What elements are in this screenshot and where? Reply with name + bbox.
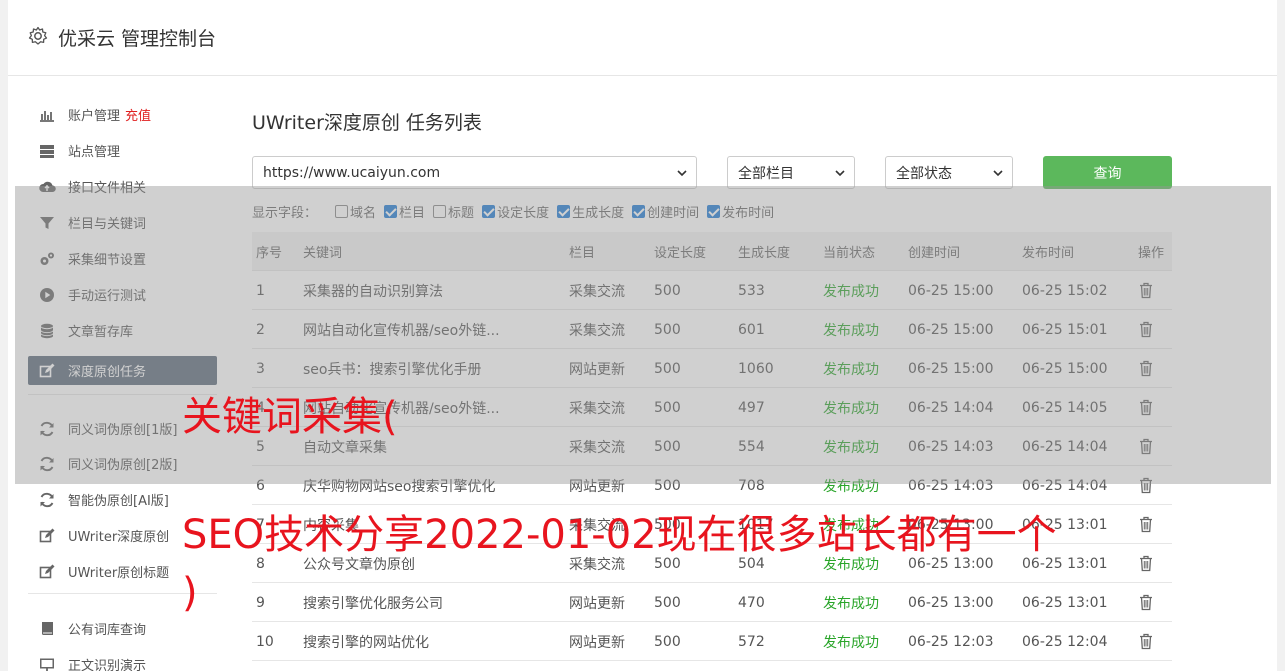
gear-icon <box>28 26 48 45</box>
table-cell: 500 <box>654 633 681 650</box>
table-cell: 9 <box>256 594 265 611</box>
header: 优采云 管理控制台 <box>8 0 1277 76</box>
trash-icon <box>1140 633 1152 650</box>
task-list-title: UWriter深度原创 任务列表 <box>252 112 482 134</box>
overlay-caption-line2: SEO技术分享2022-01-02现在很多站长都有一个 <box>182 512 1057 558</box>
sidebar-item-label: UWriter深度原创 <box>68 530 170 545</box>
table-cell: 网站更新 <box>569 595 625 612</box>
delete-button[interactable] <box>1138 544 1172 583</box>
status-select-value: 全部状态 <box>896 165 952 182</box>
sidebar-item-label: UWriter原创标题 <box>68 566 170 581</box>
trash-icon <box>1140 516 1152 533</box>
server-icon <box>38 142 56 160</box>
sidebar-item[interactable]: 站点管理 <box>28 136 217 165</box>
status-badge: 发布成功 <box>823 595 879 612</box>
chevron-down-icon <box>835 170 845 177</box>
sidebar-item-label: 正文识别演示 <box>68 659 147 671</box>
table-cell: 搜索引擎优化服务公司 <box>303 595 443 612</box>
site-select-value: https://www.ucaiyun.com <box>263 164 441 181</box>
bar-chart-icon <box>38 106 56 124</box>
column-select[interactable]: 全部栏目 <box>727 156 855 189</box>
table-cell: 500 <box>654 594 681 611</box>
table-cell: 网站更新 <box>569 634 625 651</box>
monitor-icon <box>38 656 56 671</box>
edit-icon <box>38 563 56 581</box>
table-cell: 06-25 13:01 <box>1022 594 1108 611</box>
sidebar-item-label: 智能伪原创[AI版] <box>68 494 169 509</box>
sidebar-item-label: 站点管理 <box>68 145 121 160</box>
query-button[interactable]: 查询 <box>1043 156 1172 189</box>
sidebar-item[interactable]: 正文识别演示 <box>28 650 217 671</box>
trash-icon <box>1140 555 1152 572</box>
book-icon <box>38 620 56 638</box>
table-cell: 06-25 12:04 <box>1022 633 1108 650</box>
sidebar-item-label: 账户管理 <box>68 109 121 124</box>
table-cell: 572 <box>738 633 765 650</box>
sidebar-item[interactable]: 公有词库查询 <box>28 614 217 643</box>
delete-button[interactable] <box>1138 622 1172 661</box>
table-cell: 06-25 13:00 <box>908 594 994 611</box>
table-cell: 06-25 12:03 <box>908 633 994 650</box>
table-row: 10 搜索引擎的网站优化 网站更新 500 572 发布成功 06-25 12:03 06-2… <box>252 622 1172 661</box>
table-cell: 10 <box>256 633 274 650</box>
trash-icon <box>1140 594 1152 611</box>
page-title: 优采云 管理控制台 <box>58 28 217 50</box>
delete-button[interactable] <box>1138 583 1172 622</box>
table-cell: 搜索引擎的网站优化 <box>303 634 429 651</box>
status-select[interactable]: 全部状态 <box>885 156 1013 189</box>
sidebar-item[interactable]: 账户管理 充值 <box>28 100 217 129</box>
table-row: 9 搜索引擎优化服务公司 网站更新 500 470 发布成功 06-25 13:00 06-2… <box>252 583 1172 622</box>
chevron-down-icon <box>677 170 687 177</box>
edit-icon <box>38 527 56 545</box>
site-select[interactable]: https://www.ucaiyun.com <box>252 156 697 189</box>
chevron-down-icon <box>993 170 1003 177</box>
overlay-caption-line1: 关键词采集( <box>182 394 398 440</box>
status-badge: 发布成功 <box>823 634 879 651</box>
sidebar-item-label: 公有词库查询 <box>68 623 147 638</box>
recharge-link[interactable]: 充值 <box>125 105 151 124</box>
overlay-caption-line3: ) <box>182 570 198 616</box>
column-select-value: 全部栏目 <box>738 165 794 182</box>
refresh-icon <box>38 491 56 509</box>
table-cell: 470 <box>738 594 765 611</box>
delete-button[interactable] <box>1138 505 1172 544</box>
